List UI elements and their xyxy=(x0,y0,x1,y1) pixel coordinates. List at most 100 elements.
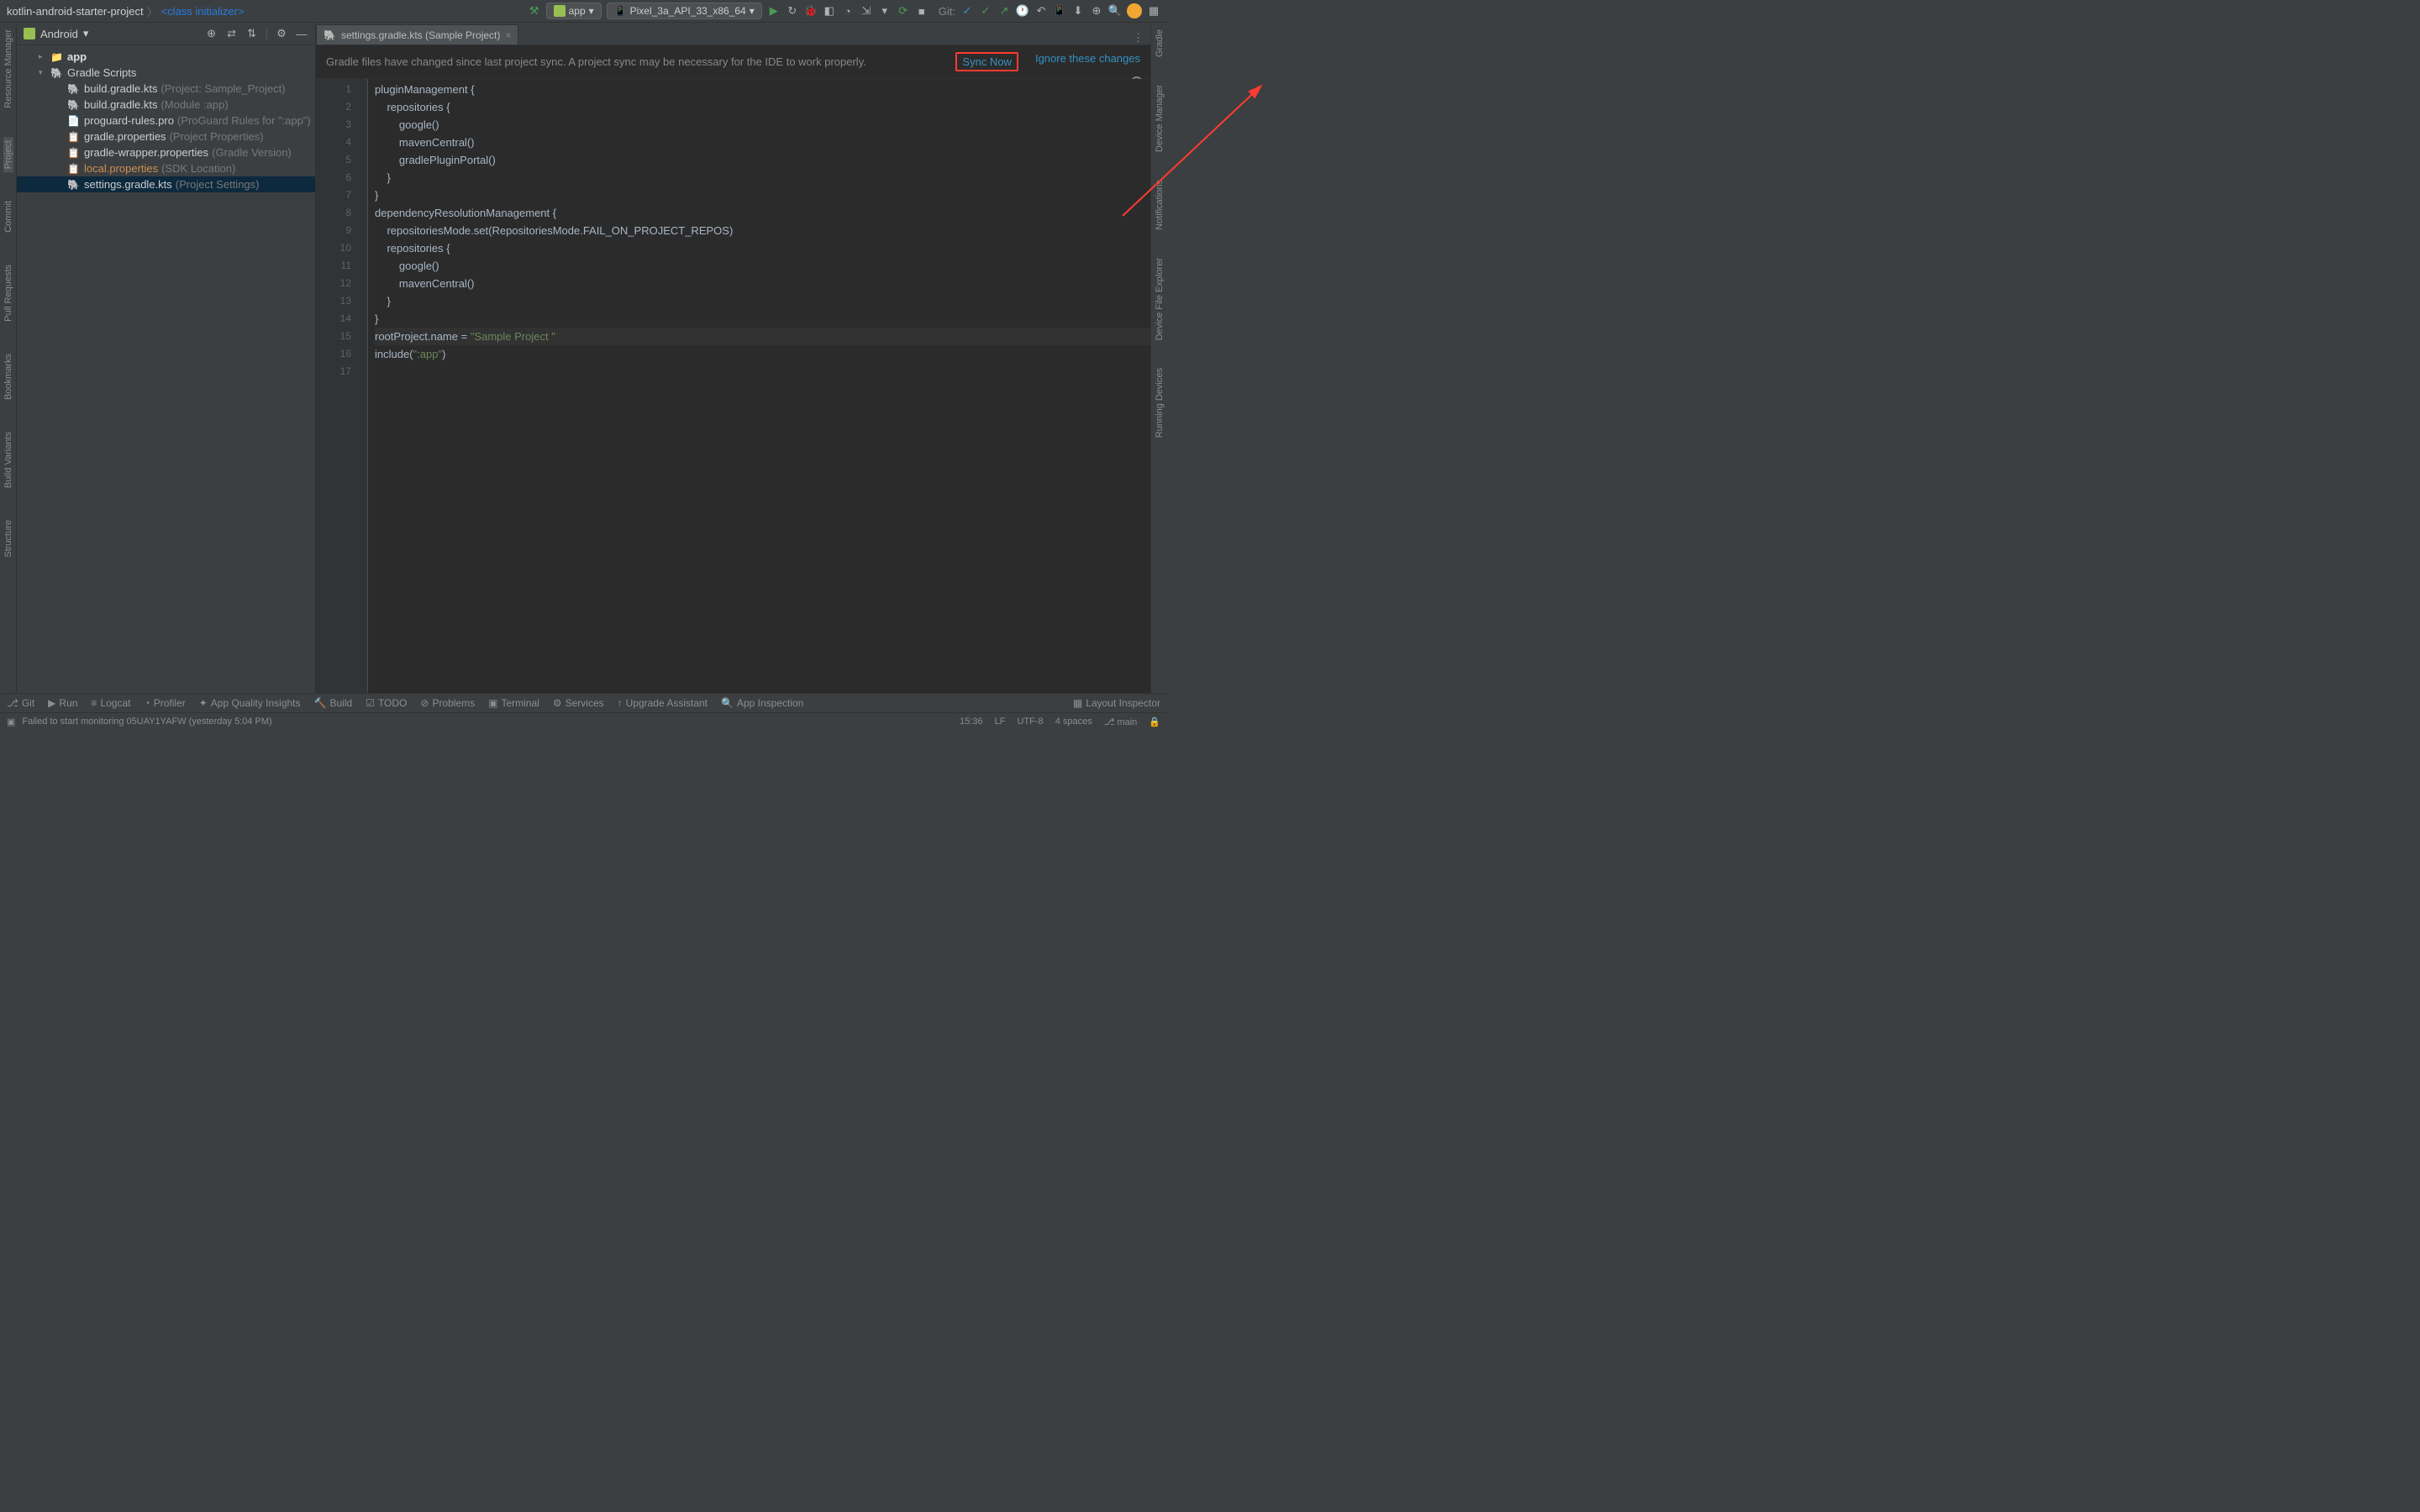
help-icon[interactable]: ⊕ xyxy=(1090,4,1103,18)
tree-file-local-properties[interactable]: 📋 local.properties (SDK Location) xyxy=(17,160,315,176)
lock-icon[interactable]: 🔒 xyxy=(1149,717,1160,727)
coverage-icon[interactable]: ◧ xyxy=(823,4,836,18)
logcat-tool[interactable]: ≡Logcat xyxy=(91,697,130,709)
tree-desc: (Project Settings) xyxy=(176,178,260,191)
gear-icon[interactable]: ⚙ xyxy=(275,27,288,40)
avd-icon[interactable]: 📱 xyxy=(1053,4,1066,18)
app-inspection-tool[interactable]: 🔍App Inspection xyxy=(721,697,803,709)
line-separator[interactable]: LF xyxy=(995,717,1006,727)
tree-file-gradle-properties[interactable]: 📋 gradle.properties (Project Properties) xyxy=(17,129,315,144)
cursor-position[interactable]: 15:36 xyxy=(960,717,983,727)
play-icon: ▶ xyxy=(48,697,55,709)
editor-tabs-menu-icon[interactable]: ⋮ xyxy=(1126,31,1150,45)
expand-arrow-icon[interactable]: ▸ xyxy=(39,52,49,61)
line-number-gutter: 1 2 3 4 5 6 7 8 9 10 11 12 13 14 15 16 1… xyxy=(316,79,358,695)
hide-icon[interactable]: — xyxy=(295,27,308,40)
tree-app-module[interactable]: ▸ 📁 app xyxy=(17,49,315,65)
git-push-icon[interactable]: ↗ xyxy=(997,4,1011,18)
running-devices-tab[interactable]: Running Devices xyxy=(1155,365,1165,441)
run-config-label: app xyxy=(569,5,586,17)
hammer-icon[interactable]: ⚒ xyxy=(528,4,541,18)
device-manager-tab[interactable]: Device Manager xyxy=(1155,81,1165,155)
gradle-file-icon: 🐘 xyxy=(67,179,81,191)
collapse-arrow-icon[interactable]: ▾ xyxy=(39,68,49,77)
search-icon[interactable]: 🔍 xyxy=(1108,4,1122,18)
editor-area: 🐘 settings.gradle.kts (Sample Project) ×… xyxy=(316,23,1150,695)
breadcrumb-project[interactable]: kotlin-android-starter-project xyxy=(7,5,144,18)
rollback-icon[interactable]: ↶ xyxy=(1034,4,1048,18)
upgrade-assistant-tool[interactable]: ↑Upgrade Assistant xyxy=(618,697,708,709)
collapse-icon[interactable]: ⇅ xyxy=(245,27,259,40)
gradle-tab[interactable]: Gradle xyxy=(1155,26,1165,60)
line-number: 13 xyxy=(316,292,351,310)
device-file-explorer-tab[interactable]: Device File Explorer xyxy=(1155,255,1165,344)
run-tool[interactable]: ▶Run xyxy=(48,697,77,709)
attach-debugger-icon[interactable]: ⇲ xyxy=(860,4,873,18)
stop-icon[interactable]: ■ xyxy=(915,4,929,18)
fold-gutter[interactable] xyxy=(358,79,368,695)
line-number: 1 xyxy=(316,81,351,98)
profiler-tool[interactable]: ◔Profiler xyxy=(144,697,185,709)
editor-tab-settings-gradle[interactable]: 🐘 settings.gradle.kts (Sample Project) × xyxy=(316,24,518,45)
status-message: Failed to start monitoring 05UAY1YAFW (y… xyxy=(22,717,271,727)
tree-file-gradle-wrapper[interactable]: 📋 gradle-wrapper.properties (Gradle Vers… xyxy=(17,144,315,160)
git-branch[interactable]: ⎇ main xyxy=(1104,717,1138,727)
build-variants-tab[interactable]: Build Variants xyxy=(3,428,13,491)
expand-icon[interactable]: ⇄ xyxy=(225,27,239,40)
build-tool[interactable]: 🔨Build xyxy=(314,697,353,709)
notifications-tab[interactable]: Notifications xyxy=(1155,176,1165,234)
profile-icon[interactable]: ◔ xyxy=(841,4,855,18)
resource-manager-tab[interactable]: Resource Manager xyxy=(3,26,13,112)
code-editor[interactable]: 1 2 3 4 5 6 7 8 9 10 11 12 13 14 15 16 1… xyxy=(316,79,1150,695)
git-update-icon[interactable]: ✓ xyxy=(960,4,974,18)
run-config-selector[interactable]: app ▾ xyxy=(546,3,602,19)
gradle-file-icon: 🐘 xyxy=(67,99,81,111)
pull-requests-tab[interactable]: Pull Requests xyxy=(3,261,13,325)
project-tab[interactable]: Project xyxy=(3,137,13,172)
properties-icon: 📋 xyxy=(67,163,81,175)
project-view-selector[interactable]: Android ▾ xyxy=(24,27,88,40)
target-icon[interactable]: ⊕ xyxy=(205,27,218,40)
structure-tab[interactable]: Structure xyxy=(3,517,13,561)
history-icon[interactable]: 🕐 xyxy=(1016,4,1029,18)
sync-icon[interactable]: ⟳ xyxy=(897,4,910,18)
tree-file-proguard[interactable]: 📄 proguard-rules.pro (ProGuard Rules for… xyxy=(17,113,315,129)
file-encoding[interactable]: UTF-8 xyxy=(1018,717,1044,727)
tree-file-settings-gradle[interactable]: 🐘 settings.gradle.kts (Project Settings) xyxy=(17,176,315,192)
tree-filename: build.gradle.kts xyxy=(84,82,157,95)
code-content[interactable]: pluginManagement { repositories { google… xyxy=(368,79,1150,695)
user-avatar[interactable] xyxy=(1127,3,1142,18)
tree-file-build-gradle-module[interactable]: 🐘 build.gradle.kts (Module :app) xyxy=(17,97,315,113)
git-tool[interactable]: ⎇Git xyxy=(7,697,34,709)
device-selector[interactable]: 📱 Pixel_3a_API_33_x86_64 ▾ xyxy=(607,3,762,19)
layout-inspector-tool[interactable]: ▦Layout Inspector xyxy=(1073,697,1160,709)
close-tab-icon[interactable]: × xyxy=(505,29,511,41)
todo-tool[interactable]: ☑TODO xyxy=(366,697,407,709)
project-panel: Android ▾ ⊕ ⇄ ⇅ | ⚙ — ▸ 📁 app ▾ 🐘 Gradle… xyxy=(17,23,316,695)
app-quality-tool[interactable]: ✦App Quality Insights xyxy=(199,697,301,709)
sdk-icon[interactable]: ⬇ xyxy=(1071,4,1085,18)
commit-tab[interactable]: Commit xyxy=(3,197,13,236)
breadcrumb-context[interactable]: <class initializer> xyxy=(161,5,245,18)
sync-now-link[interactable]: Sync Now xyxy=(955,52,1018,71)
git-commit-icon[interactable]: ✓ xyxy=(979,4,992,18)
line-number: 2 xyxy=(316,98,351,116)
indent-setting[interactable]: 4 spaces xyxy=(1055,717,1092,727)
tree-file-build-gradle-project[interactable]: 🐘 build.gradle.kts (Project: Sample_Proj… xyxy=(17,81,315,97)
bottom-tool-bar: ⎇Git ▶Run ≡Logcat ◔Profiler ✦App Quality… xyxy=(0,693,1167,712)
services-tool[interactable]: ⚙Services xyxy=(553,697,604,709)
tree-desc: (Project: Sample_Project) xyxy=(160,82,285,95)
rerun-icon[interactable]: ↻ xyxy=(786,4,799,18)
window-icon[interactable]: ▣ xyxy=(7,717,15,727)
problems-tool[interactable]: ⊘Problems xyxy=(420,697,475,709)
terminal-tool[interactable]: ▣Terminal xyxy=(488,697,539,709)
chevron-down-icon: ▾ xyxy=(83,27,89,40)
tree-gradle-scripts[interactable]: ▾ 🐘 Gradle Scripts xyxy=(17,65,315,81)
more-run-icon[interactable]: ▾ xyxy=(878,4,892,18)
run-icon[interactable]: ▶ xyxy=(767,4,781,18)
bookmarks-tab[interactable]: Bookmarks xyxy=(3,350,13,403)
account-icon[interactable]: ▦ xyxy=(1147,4,1160,18)
debug-icon[interactable]: 🐞 xyxy=(804,4,818,18)
android-icon xyxy=(24,28,35,39)
ignore-changes-link[interactable]: Ignore these changes xyxy=(1035,52,1140,71)
